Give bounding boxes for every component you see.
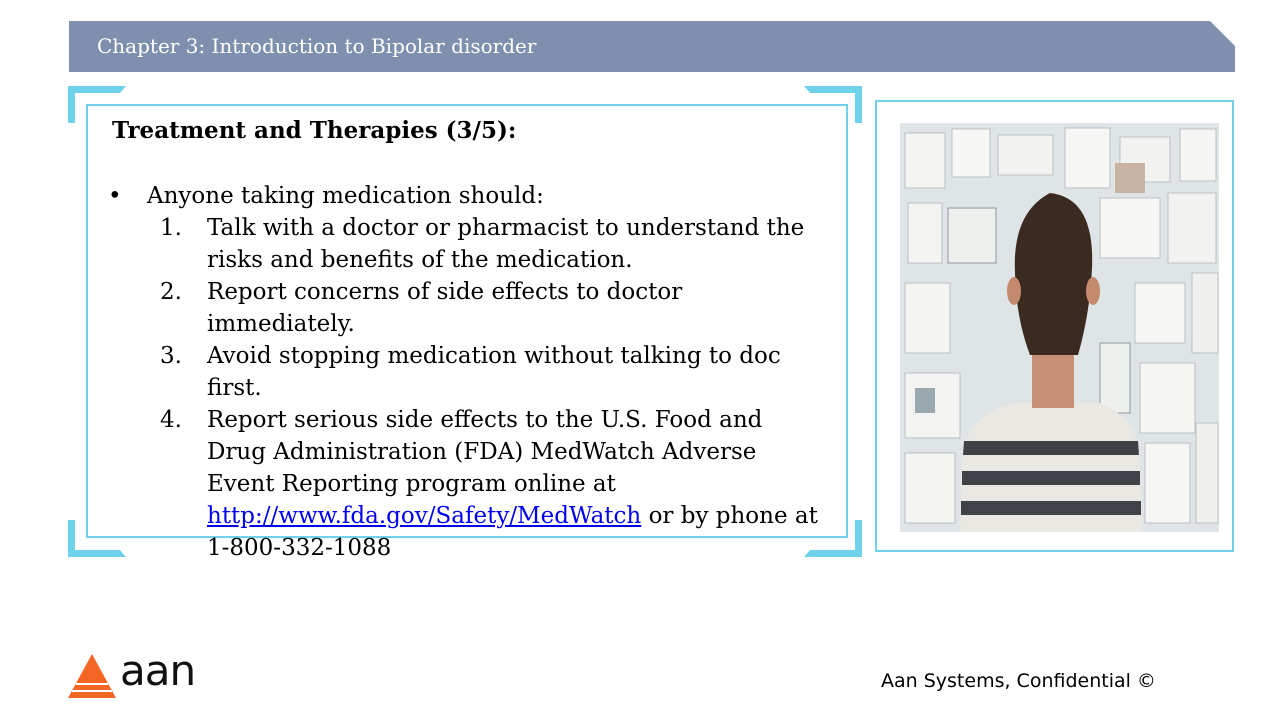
triangle-logo-icon bbox=[68, 654, 116, 698]
header-bar: Chapter 3: Introduction to Bipolar disor… bbox=[69, 21, 1235, 72]
chapter-title: Chapter 3: Introduction to Bipolar disor… bbox=[97, 34, 537, 58]
treatment-content: Treatment and Therapies (3/5): • Anyone … bbox=[108, 116, 842, 561]
step-text-before: Report serious side effects to the U.S. … bbox=[207, 407, 763, 497]
aan-logo: aan bbox=[68, 646, 196, 700]
steps-list: 1. Talk with a doctor or pharmacist to u… bbox=[112, 212, 842, 564]
confidential-footer: Aan Systems, Confidential © bbox=[881, 670, 1156, 692]
logo-text: aan bbox=[120, 646, 196, 695]
step-text: Avoid stopping medication without talkin… bbox=[207, 343, 781, 401]
bullet-text: Anyone taking medication should: bbox=[147, 183, 544, 209]
step-text: Report concerns of side effects to docto… bbox=[207, 279, 683, 337]
section-title: Treatment and Therapies (3/5): bbox=[112, 117, 517, 144]
list-item: 2. Report concerns of side effects to do… bbox=[112, 276, 842, 340]
fda-medwatch-link[interactable]: http://www.fda.gov/Safety/MedWatch bbox=[207, 503, 641, 529]
step-number: 4. bbox=[160, 407, 182, 433]
list-item: 3. Avoid stopping medication without tal… bbox=[112, 340, 842, 404]
step-number: 1. bbox=[160, 215, 182, 241]
bullet-icon: • bbox=[108, 183, 122, 209]
list-item: 1. Talk with a doctor or pharmacist to u… bbox=[112, 212, 842, 276]
step-text: Talk with a doctor or pharmacist to unde… bbox=[207, 215, 805, 273]
step-number: 2. bbox=[160, 279, 182, 305]
step-text: Report serious side effects to the U.S. … bbox=[207, 404, 827, 564]
list-item: 4. Report serious side effects to the U.… bbox=[112, 404, 842, 564]
step-number: 3. bbox=[160, 343, 182, 369]
man-facing-wall-of-notes-photo bbox=[900, 123, 1219, 532]
